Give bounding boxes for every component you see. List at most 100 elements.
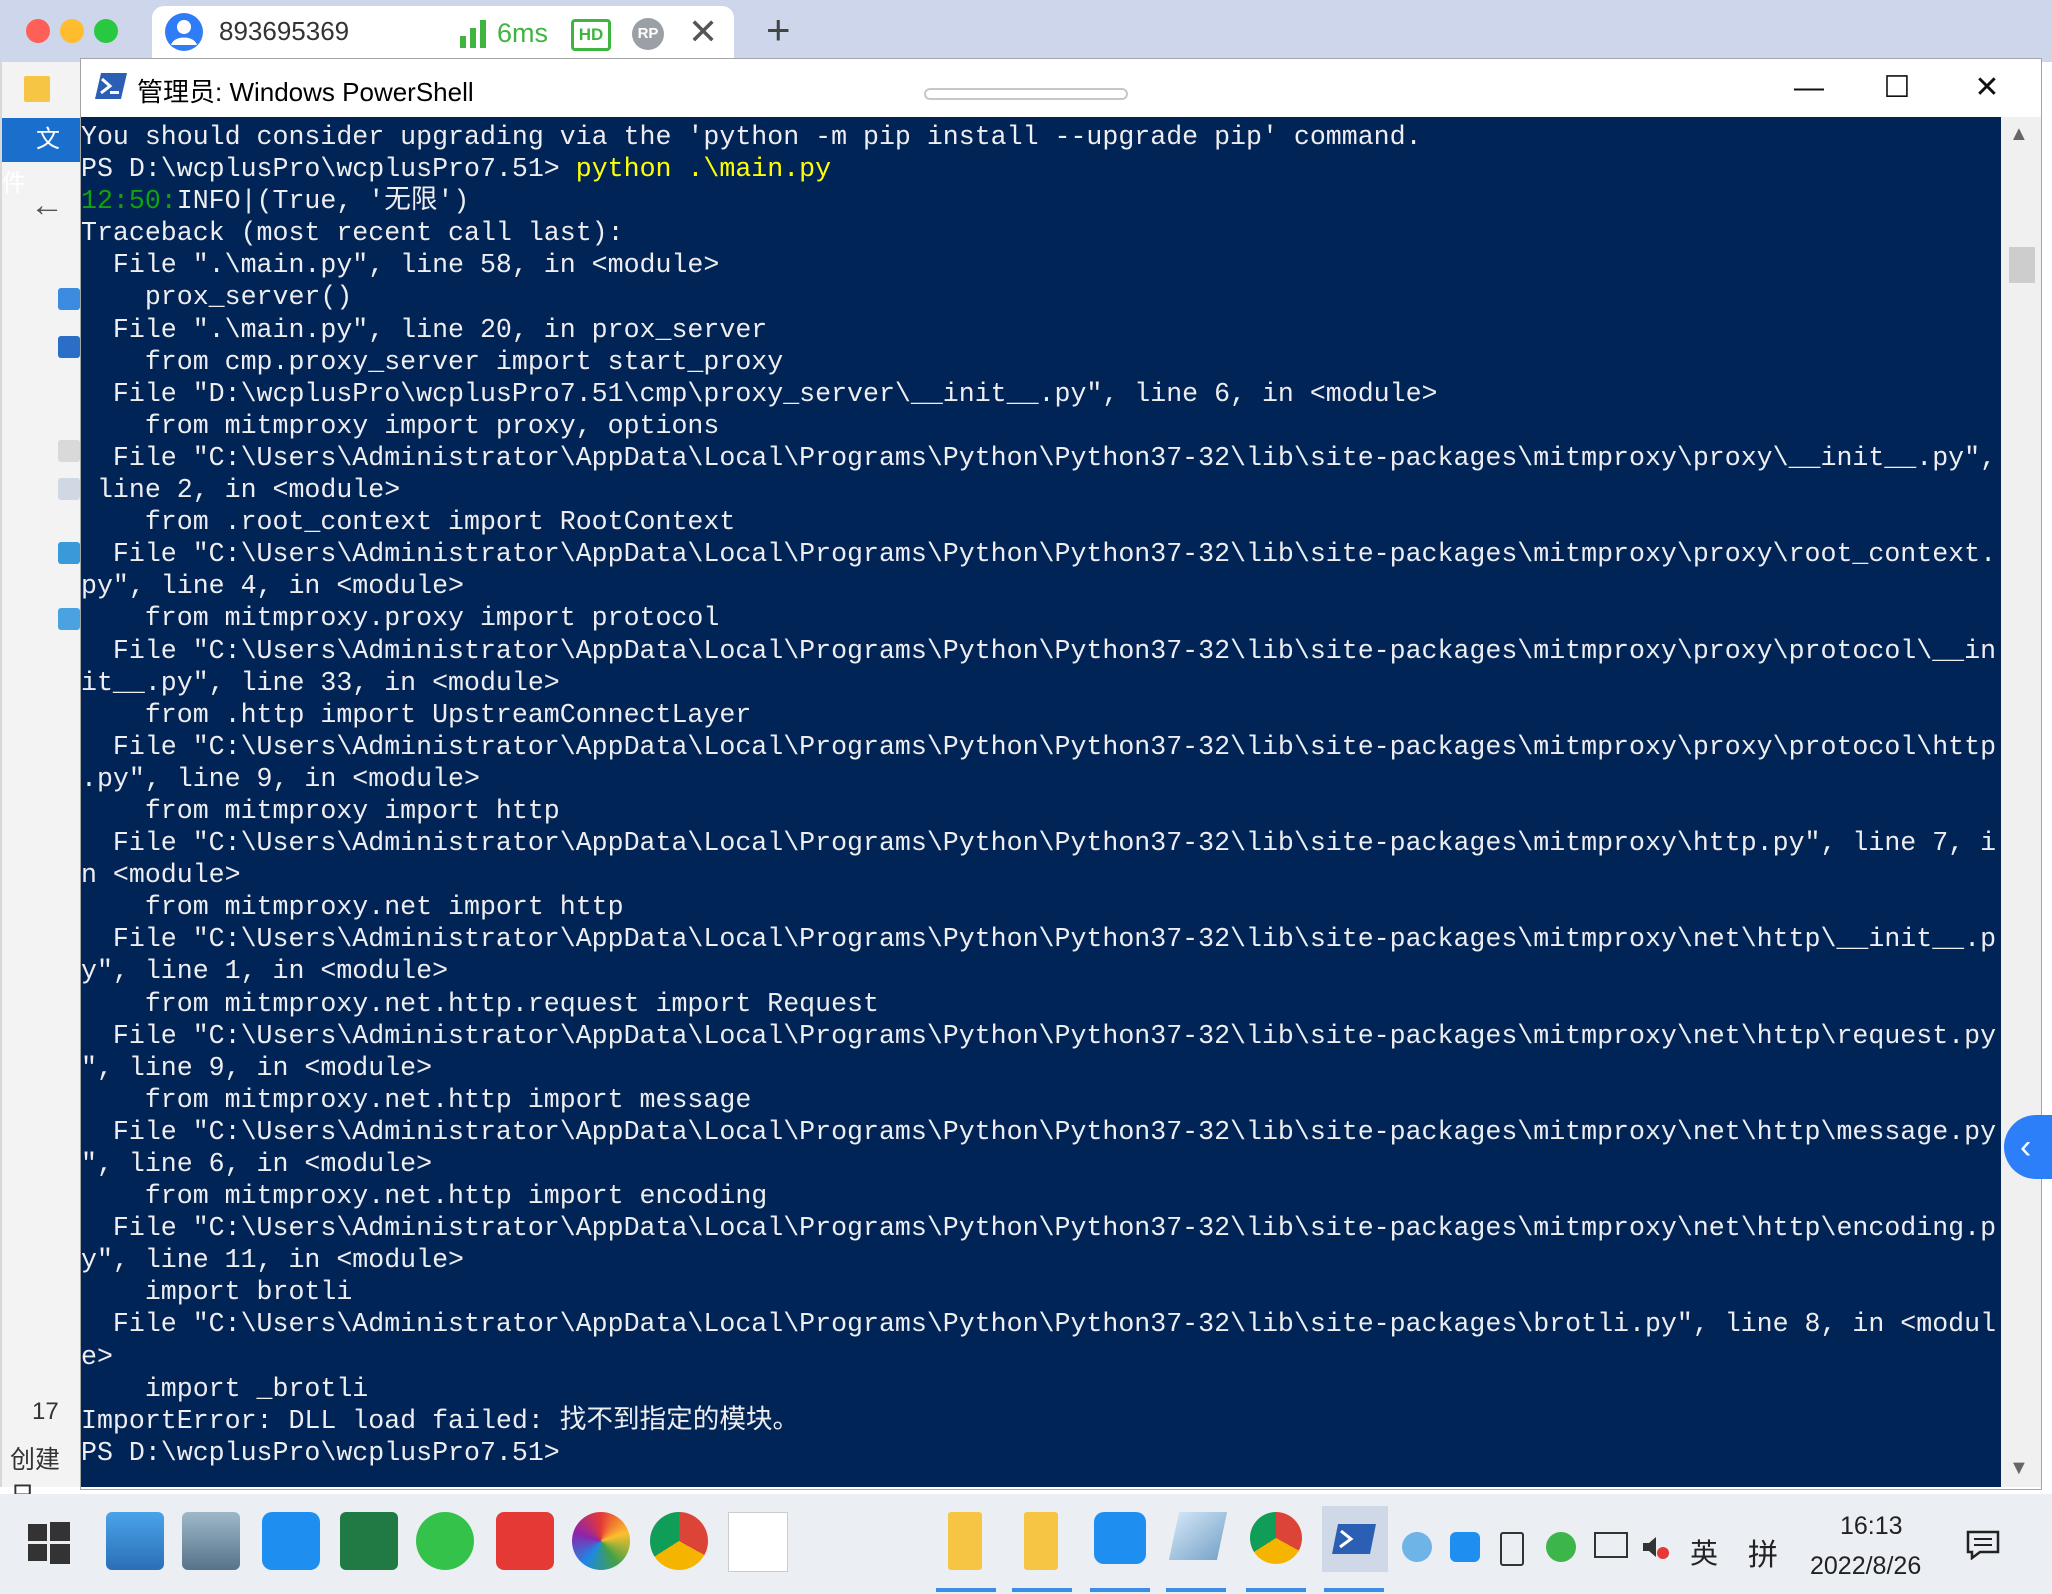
clock-date[interactable]: 2022/8/26 [1810,1552,1921,1581]
console-line: File "C:\Users\Administrator\AppData\Loc… [81,442,1997,473]
file-menu-tab[interactable]: 文件 [2,118,82,197]
active-indicator [936,1588,996,1592]
console-line: from mitmproxy.net.http import message [81,1084,752,1115]
console-line: File "C:\Users\Administrator\AppData\Loc… [81,828,1997,859]
ime-mode-icon[interactable]: 拼 [1748,1530,1778,1574]
browser-ring-icon[interactable] [572,1512,630,1570]
console-line: File "C:\Users\Administrator\AppData\Loc… [81,924,1997,955]
console-line: Traceback (most recent call last): [81,218,624,249]
scroll-down-icon[interactable]: ▼ [2009,1457,2029,1480]
console-line: ", line 9, in <module> [81,1052,433,1083]
vertical-scrollbar[interactable]: ▲ ▼ [2001,117,2041,1487]
console-line: .py", line 9, in <module> [81,763,480,794]
blank-app-icon[interactable] [728,1512,788,1572]
console-line: y", line 1, in <module> [81,956,449,987]
console-line: from cmp.proxy_server import start_proxy [81,346,784,377]
console-output[interactable]: You should consider upgrading via the 'p… [81,117,2001,1487]
console-line: it__.py", line 33, in <module> [81,667,560,698]
wechat-icon[interactable] [416,1512,474,1570]
active-indicator [1012,1588,1072,1592]
client-tab-bar: 893695369 6ms HD RP ✕ + [0,0,2052,62]
tray-sync-icon[interactable] [1546,1532,1576,1562]
rp-badge[interactable]: RP [632,18,664,50]
log-timestamp: 12:50: [81,186,177,217]
console-line: File "C:\Users\Administrator\AppData\Loc… [81,1213,1997,1244]
scroll-up-icon[interactable]: ▲ [2009,123,2029,146]
network-icon[interactable] [1594,1532,1628,1558]
excel-icon[interactable] [340,1512,398,1570]
window-minimize-dot[interactable] [60,19,84,43]
close-tab-icon[interactable]: ✕ [688,12,718,52]
console-line: File "C:\Users\Administrator\AppData\Loc… [81,635,1997,666]
window-close-dot[interactable] [26,19,50,43]
computer-icon[interactable] [106,1512,164,1570]
document-icon[interactable] [58,478,80,500]
console-line: from mitmproxy.net.http import encoding [81,1181,768,1212]
console-line: 12:50:INFO|(True, '无限') [81,185,1996,217]
folder-icon[interactable] [1024,1512,1058,1570]
console-line: y", line 11, in <module> [81,1245,465,1276]
chrome-icon[interactable] [650,1512,708,1570]
tray-app-icon[interactable] [1402,1532,1432,1562]
console-line: import _brotli [81,1373,369,1404]
input-language[interactable]: 英 [1690,1532,1718,1572]
quick-access-icon[interactable] [58,288,80,310]
this-pc-icon[interactable] [58,542,80,564]
note-icon[interactable] [1168,1512,1228,1560]
back-arrow-icon[interactable]: ← [30,186,64,225]
teamviewer-icon[interactable] [262,1512,320,1570]
xmind-icon[interactable] [496,1512,554,1570]
active-indicator [1324,1588,1384,1592]
action-center-icon[interactable] [1966,1530,2000,1560]
session-id: 893695369 [219,16,350,46]
console-line: You should consider upgrading via the 'p… [81,122,1422,152]
chrome-icon[interactable] [1250,1512,1302,1564]
close-button[interactable]: ✕ [1959,65,2015,111]
teamviewer-icon[interactable] [1094,1512,1146,1564]
console-line: line 2, in <module> [81,475,401,506]
powershell-icon [1332,1524,1376,1554]
minimize-button[interactable]: — [1781,65,1837,111]
console-line: from mitmproxy import http [81,795,560,826]
window-zoom-dot[interactable] [94,19,118,43]
windows-start-icon[interactable] [26,1520,72,1566]
console-line: PS D:\wcplusPro\wcplusPro7.51> python .\… [81,153,1996,185]
desktop-icon[interactable] [58,336,80,358]
usb-drive-icon[interactable] [1500,1532,1524,1566]
log-message: INFO|(True, '无限') [176,186,470,217]
background-explorer-window: 文件 ← 17 创建日 [0,62,82,1510]
network-icon[interactable] [58,608,80,630]
console-line: File ".\main.py", line 20, in prox_serve… [81,314,768,345]
console-line: py", line 4, in <module> [81,571,465,602]
document-icon[interactable] [58,440,80,462]
console-line: from mitmproxy.proxy import protocol [81,603,720,634]
hd-badge[interactable]: HD [571,19,611,51]
photo-viewer-icon[interactable] [182,1512,240,1570]
volume-muted-icon[interactable] [1640,1532,1670,1562]
console-line: from .http import UpstreamConnectLayer [81,699,752,730]
active-indicator [1090,1588,1150,1592]
folder-icon [24,76,50,102]
tray-teamviewer-icon[interactable] [1450,1532,1480,1562]
maximize-button[interactable]: ☐ [1869,65,1925,111]
powershell-titlebar[interactable]: 管理员: Windows PowerShell — ☐ ✕ [81,59,2041,117]
console-line: ", line 6, in <module> [81,1149,433,1179]
powershell-taskbar-button[interactable] [1322,1506,1388,1572]
scrollbar-thumb[interactable] [2009,247,2035,283]
command-text: python .\main.py [575,154,832,185]
console-line: from mitmproxy import proxy, options [81,410,720,441]
drag-handle[interactable] [924,88,1128,100]
console-line: from .root_context import RootContext [81,507,736,538]
console-line: PS D:\wcplusPro\wcplusPro7.51> [81,1437,560,1468]
window-title: 管理员: Windows PowerShell [137,77,474,107]
session-tab[interactable]: 893695369 6ms HD RP ✕ [152,6,734,62]
console-line: File "C:\Users\Administrator\AppData\Loc… [81,1020,1997,1051]
console-line: import brotli [81,1277,353,1308]
item-count: 17 [32,1398,59,1425]
clock-time[interactable]: 16:13 [1840,1512,1903,1541]
folder-icon[interactable] [948,1512,982,1570]
active-indicator [1166,1588,1226,1592]
new-tab-icon[interactable]: + [766,8,791,52]
console-line: from mitmproxy.net.http.request import R… [81,988,879,1019]
active-indicator [1246,1588,1306,1592]
